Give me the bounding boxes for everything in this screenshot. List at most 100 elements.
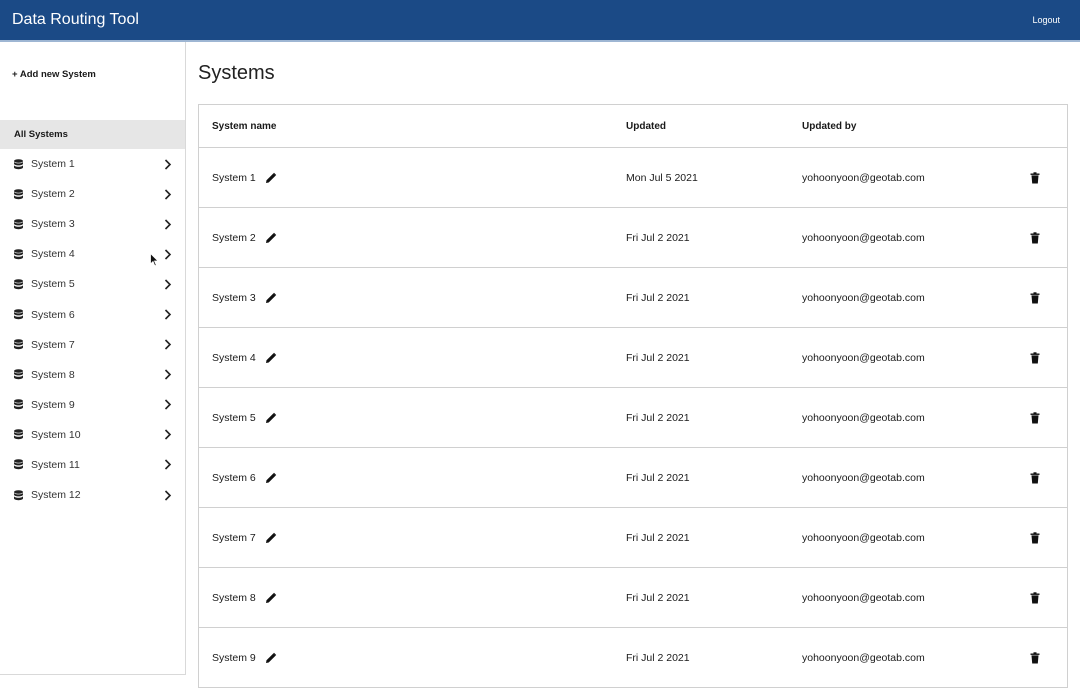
pencil-icon[interactable] [265, 232, 277, 244]
chevron-right-icon[interactable] [164, 490, 172, 501]
pencil-icon[interactable] [265, 172, 277, 184]
trash-icon[interactable] [1030, 411, 1040, 424]
table-header-row: System name Updated Updated by [199, 105, 1067, 148]
pencil-icon[interactable] [265, 652, 277, 664]
chevron-right-icon[interactable] [164, 249, 172, 260]
trash-icon[interactable] [1030, 531, 1040, 544]
table-body: System 1 Mon Jul 5 2021 yohoonyoon@geotab.… [199, 148, 1067, 688]
system-name-cell: System 7 [199, 532, 626, 544]
updated-by: yohoonyoon@geotab.com [802, 651, 925, 664]
delete-cell [1002, 531, 1067, 544]
trash-icon[interactable] [1030, 171, 1040, 184]
sidebar-system-list: System 1 System 2 System 3 System 4 System 5… [0, 149, 185, 510]
updated-by: yohoonyoon@geotab.com [802, 291, 925, 304]
sidebar-item-label: System 12 [31, 489, 81, 502]
updated-by: yohoonyoon@geotab.com [802, 531, 925, 544]
system-name-cell: System 5 [199, 412, 626, 424]
chevron-right-icon[interactable] [164, 158, 172, 170]
pencil-icon[interactable] [265, 352, 277, 364]
top-app-bar: Data Routing Tool Logout [0, 0, 1080, 42]
chevron-right-icon[interactable] [164, 219, 172, 230]
database-icon [13, 399, 24, 410]
delete-cell [1002, 231, 1067, 244]
updated-date: Fri Jul 2 2021 [626, 231, 690, 244]
sidebar-item-label: System 1 [31, 158, 75, 171]
sidebar-item-label: System 9 [31, 398, 75, 411]
sidebar-item-system[interactable]: System 5 [0, 269, 185, 299]
sidebar-item-label: System 5 [31, 278, 75, 291]
database-icon [13, 188, 24, 200]
database-icon [13, 489, 24, 501]
sidebar-item-label: System 7 [31, 338, 75, 351]
pencil-icon[interactable] [265, 412, 277, 424]
system-name: System 7 [212, 531, 256, 544]
system-name: System 8 [212, 591, 256, 604]
chevron-right-icon[interactable] [164, 339, 172, 350]
sidebar-item-system[interactable]: System 11 [0, 450, 185, 480]
sidebar-item-system[interactable]: System 8 [0, 360, 185, 390]
updated-date: Fri Jul 2 2021 [626, 351, 690, 364]
trash-icon[interactable] [1030, 651, 1040, 664]
logout-link[interactable]: Logout [1032, 15, 1060, 25]
system-name: System 2 [212, 231, 256, 244]
pencil-icon[interactable] [265, 532, 277, 544]
delete-cell [1002, 471, 1067, 484]
pencil-icon[interactable] [265, 292, 277, 304]
system-name: System 5 [212, 411, 256, 424]
sidebar-item-system[interactable]: System 9 [0, 390, 185, 420]
system-name: System 3 [212, 291, 256, 304]
updated-date: Fri Jul 2 2021 [626, 411, 690, 424]
sidebar-item-system[interactable]: System 10 [0, 420, 185, 450]
database-icon [13, 279, 24, 290]
system-name: System 6 [212, 471, 256, 484]
updated-by: yohoonyoon@geotab.com [802, 591, 925, 604]
trash-icon[interactable] [1030, 351, 1040, 364]
sidebar-item-system[interactable]: System 3 [0, 209, 185, 239]
chevron-right-icon[interactable] [164, 459, 172, 471]
column-header-updated-by: Updated by [802, 120, 857, 132]
trash-icon[interactable] [1030, 231, 1040, 244]
chevron-right-icon[interactable] [164, 189, 172, 200]
sidebar-item-system[interactable]: System 12 [0, 480, 185, 510]
updated-date: Fri Jul 2 2021 [626, 651, 690, 664]
system-name-cell: System 2 [199, 232, 626, 244]
updated-by: yohoonyoon@geotab.com [802, 351, 925, 364]
database-icon [13, 369, 24, 380]
sidebar-item-system[interactable]: System 1 [0, 149, 185, 179]
chevron-right-icon[interactable] [164, 429, 172, 440]
sidebar-item-system[interactable]: System 7 [0, 330, 185, 360]
trash-icon[interactable] [1030, 591, 1040, 604]
mouse-cursor-icon [150, 253, 159, 267]
system-name-cell: System 1 [199, 172, 626, 184]
sidebar-item-label: System 2 [31, 188, 75, 201]
chevron-right-icon[interactable] [164, 399, 172, 410]
database-icon [13, 249, 24, 260]
table-row: System 4 Fri Jul 2 2021 yohoonyoon@geotab.… [199, 328, 1067, 388]
delete-cell [1002, 591, 1067, 604]
sidebar-item-system[interactable]: System 6 [0, 299, 185, 329]
sidebar-item-label: System 10 [31, 428, 81, 441]
add-new-system-button[interactable]: + Add new System [12, 69, 96, 80]
pencil-icon[interactable] [265, 592, 277, 604]
chevron-right-icon[interactable] [164, 369, 172, 380]
table-row: System 5 Fri Jul 2 2021 yohoonyoon@geotab.… [199, 388, 1067, 448]
trash-icon[interactable] [1030, 291, 1040, 304]
sidebar: + Add new System All Systems System 1 Sys… [0, 42, 186, 675]
delete-cell [1002, 651, 1067, 664]
updated-by: yohoonyoon@geotab.com [802, 231, 925, 244]
chevron-right-icon[interactable] [164, 309, 172, 320]
system-name-cell: System 6 [199, 472, 626, 484]
updated-by: yohoonyoon@geotab.com [802, 471, 925, 484]
system-name-cell: System 3 [199, 292, 626, 304]
pencil-icon[interactable] [265, 472, 277, 484]
system-name: System 9 [212, 651, 256, 664]
database-icon [13, 339, 24, 350]
sidebar-item-all-systems[interactable]: All Systems [0, 120, 185, 149]
chevron-right-icon[interactable] [164, 279, 172, 290]
database-icon [13, 158, 24, 170]
sidebar-item-label: System 8 [31, 368, 75, 381]
table-row: System 2 Fri Jul 2 2021 yohoonyoon@geotab.… [199, 208, 1067, 268]
trash-icon[interactable] [1030, 471, 1040, 484]
page-title: Systems [198, 62, 275, 84]
sidebar-item-system[interactable]: System 2 [0, 179, 185, 209]
